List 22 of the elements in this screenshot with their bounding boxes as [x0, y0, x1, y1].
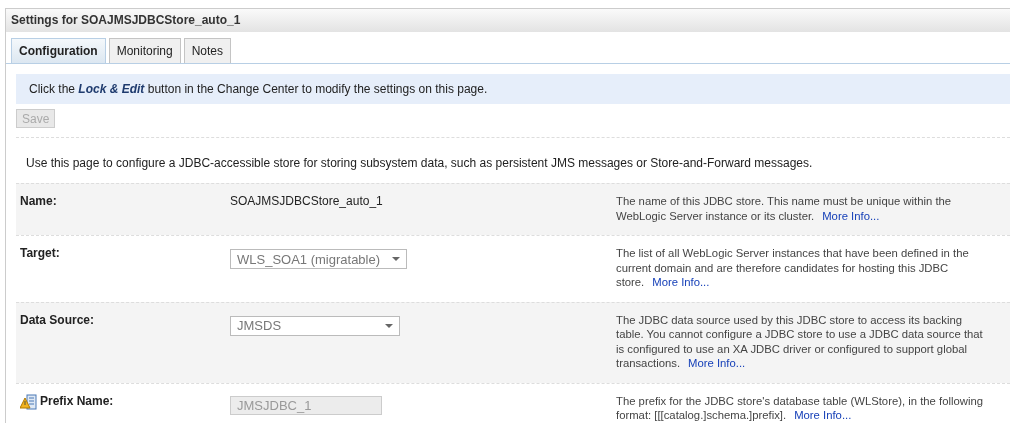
field-value: SOAJMSJDBCStore_auto_1 — [230, 194, 383, 208]
help-text: The JDBC data source used by this JDBC store to access its backing table. You cannot configure a JDBC store to use a JDBC data source that is configured to use an XA JDBC driver or configured to support global transactions. More Info... — [616, 312, 984, 371]
more-info-link[interactable]: More Info... — [688, 357, 746, 369]
field-label: Data Source: — [20, 312, 95, 327]
more-info-link[interactable]: More Info... — [822, 209, 880, 222]
window-title: Settings for SOAJMSJDBCStore_auto_1 — [6, 9, 1010, 32]
tab[interactable]: Notes — [183, 38, 232, 63]
more-info-link[interactable]: More Info... — [652, 276, 710, 288]
field-label: Target: — [20, 246, 60, 260]
field-label: Prefix Name: — [40, 393, 114, 408]
tab[interactable]: Monitoring — [108, 38, 181, 63]
help-text: The prefix for the JDBC store's database table (WLStore), in the following format: [[[catalog.]schema.]prefix]. More Info... — [616, 393, 984, 423]
help-text: The name of this JDBC store. This name must be unique within the WebLogic Server instance or its cluster. More Info... — [616, 194, 953, 223]
dropdown[interactable]: WLS_SOA1 (migratable) — [230, 249, 407, 269]
caret-icon — [385, 323, 393, 328]
info-message: Click the Lock & Edit button in the Change Center to modify the settings on this page. — [16, 74, 1010, 104]
caret-icon — [392, 257, 400, 261]
help-text: The list of all WebLogic Server instances that have been defined in the current domain and are therefore candidates for hosting this JDBC store. More Info... — [616, 246, 970, 290]
tab[interactable]: Configuration — [11, 38, 106, 63]
page-description: Use this page to configure a JDBC-accessible store for storing subsystem data, such as persistent JMS messages or Store-and-Forward messages. — [26, 156, 814, 172]
field-label: Name: — [20, 194, 57, 208]
dropdown[interactable]: JMSDS — [230, 315, 400, 336]
